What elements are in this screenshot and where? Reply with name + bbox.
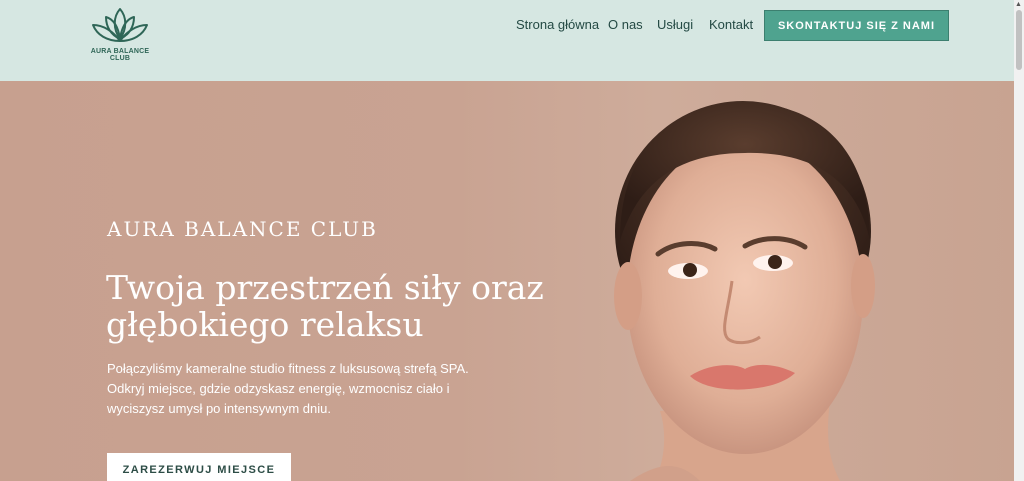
scrollbar-thumb[interactable] [1016, 10, 1022, 70]
hero-section: AURA BALANCE CLUB Twoja przestrzeń siły … [0, 81, 1014, 481]
lotus-icon [92, 8, 148, 42]
hero-description: Połączyliśmy kameralne studio fitness z … [107, 361, 469, 416]
logo[interactable]: AURA BALANCE CLUB [84, 5, 156, 62]
scroll-up-arrow-icon[interactable]: ▲ [1015, 1, 1022, 8]
nav-item-about[interactable]: O nas [608, 17, 643, 32]
hero-headline: Twoja przestrzeń siły oraz głębokiego re… [106, 268, 544, 344]
hero-eyebrow: AURA BALANCE CLUB [107, 217, 378, 241]
book-place-button[interactable]: ZAREZERWUJ MIEJSCE [107, 453, 291, 481]
contact-us-button[interactable]: SKONTAKTUJ SIĘ Z NAMI [764, 10, 949, 41]
hero-portrait-image [614, 101, 875, 481]
nav-item-services[interactable]: Usługi [657, 17, 693, 32]
logo-text: AURA BALANCE CLUB [90, 48, 150, 62]
nav-item-contact[interactable]: Kontakt [709, 17, 753, 32]
site-header: AURA BALANCE CLUB Strona główna O nas Us… [0, 0, 1014, 81]
nav-item-home[interactable]: Strona główna [516, 17, 599, 32]
scrollbar[interactable] [1014, 0, 1024, 481]
